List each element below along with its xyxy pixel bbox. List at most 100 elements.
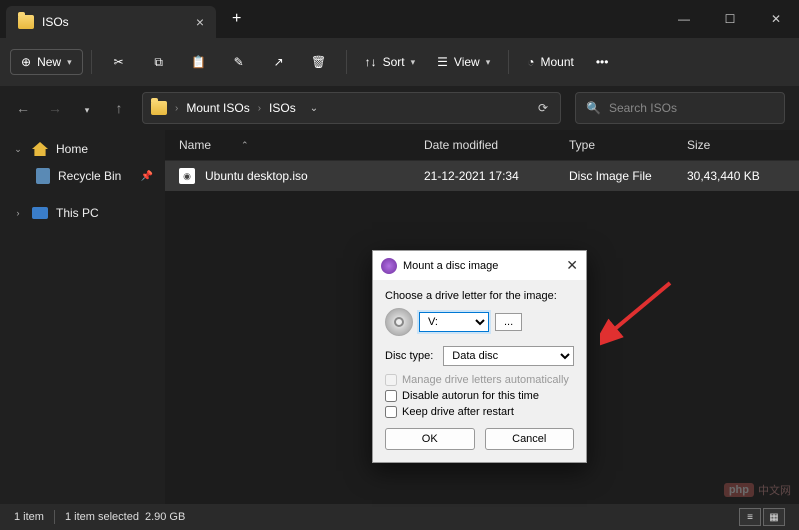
sidebar-item-recycle-bin[interactable]: Recycle Bin 📌 <box>4 162 161 190</box>
share-icon: ↗ <box>270 53 288 71</box>
toolbar-divider <box>346 50 347 74</box>
file-type: Disc Image File <box>569 169 687 183</box>
scissors-icon: ✂ <box>110 53 128 71</box>
maximize-button[interactable]: ☐ <box>707 3 753 35</box>
status-bar: 1 item 1 item selected 2.90 GB ≡ ▦ <box>0 504 799 530</box>
close-tab-icon[interactable]: × <box>196 14 204 30</box>
delete-button[interactable]: 🗑 <box>300 47 338 77</box>
chevron-right-icon: › <box>258 103 261 114</box>
col-size-header[interactable]: Size <box>687 138 785 152</box>
cut-button[interactable]: ✂ <box>100 47 138 77</box>
chevron-down-icon: ⌄ <box>12 144 24 155</box>
rename-icon: ✎ <box>230 53 248 71</box>
chevron-down-icon: ▾ <box>67 57 72 68</box>
watermark: php中文网 <box>724 482 791 498</box>
view-icon: ☰ <box>437 55 448 69</box>
sort-arrow-icon: ⌃ <box>241 140 249 151</box>
mount-label: Mount <box>541 55 574 69</box>
search-icon: 🔍 <box>586 101 601 115</box>
status-divider <box>54 510 55 524</box>
selected-count: 1 item selected <box>65 511 139 523</box>
clipboard-icon: 📋 <box>190 53 208 71</box>
trash-icon: 🗑 <box>310 53 328 71</box>
sort-label: Sort <box>383 55 405 69</box>
auto-manage-checkbox[interactable]: Manage drive letters automatically <box>385 374 574 386</box>
nav-row: ← → ▾ ↑ › Mount ISOs › ISOs ⌄ ⟳ 🔍 <box>0 86 799 130</box>
titlebar: ISOs × + ― ☐ ✕ <box>0 0 799 38</box>
view-label: View <box>454 55 480 69</box>
more-button[interactable]: ••• <box>586 49 619 75</box>
breadcrumb-item[interactable]: Mount ISOs <box>186 101 249 115</box>
forward-button[interactable]: → <box>46 100 64 116</box>
share-button[interactable]: ↗ <box>260 47 298 77</box>
toolbar-divider <box>508 50 509 74</box>
view-button[interactable]: ☰ View ▾ <box>427 49 500 75</box>
file-row[interactable]: ◉ Ubuntu desktop.iso 21-12-2021 17:34 Di… <box>165 161 799 191</box>
dialog-close-button[interactable]: ✕ <box>566 257 578 274</box>
file-size: 30,43,440 KB <box>687 169 785 183</box>
search-input[interactable] <box>609 101 774 115</box>
search-box[interactable]: 🔍 <box>575 92 785 124</box>
disc-type-select[interactable]: Data disc <box>443 346 574 366</box>
details-view-button[interactable]: ≡ <box>739 508 761 526</box>
copy-button[interactable]: ⧉ <box>140 47 178 77</box>
col-type-header[interactable]: Type <box>569 138 687 152</box>
col-name-header[interactable]: Name ⌃ <box>179 138 424 152</box>
mount-icon: ◔ <box>527 55 534 69</box>
file-name: Ubuntu desktop.iso <box>205 169 308 183</box>
minimize-button[interactable]: ― <box>661 3 707 35</box>
col-date-header[interactable]: Date modified <box>424 138 569 152</box>
item-count: 1 item <box>14 511 44 523</box>
ok-button[interactable]: OK <box>385 428 475 450</box>
disable-autorun-checkbox[interactable]: Disable autorun for this time <box>385 390 574 402</box>
chevron-right-icon: › <box>12 208 24 218</box>
close-button[interactable]: ✕ <box>753 3 799 35</box>
chevron-down-icon: ▾ <box>486 57 491 68</box>
back-button[interactable]: ← <box>14 100 32 116</box>
address-dropdown-icon[interactable]: ⌄ <box>304 103 324 114</box>
mount-button[interactable]: ◔ Mount <box>517 49 584 75</box>
sort-button[interactable]: ↑↓ Sort ▾ <box>355 49 426 75</box>
up-button[interactable]: ↑ <box>110 100 128 116</box>
refresh-button[interactable]: ⟳ <box>534 101 552 115</box>
keep-after-restart-checkbox[interactable]: Keep drive after restart <box>385 406 574 418</box>
copy-icon: ⧉ <box>150 53 168 71</box>
pc-icon <box>32 207 48 219</box>
cancel-button[interactable]: Cancel <box>485 428 575 450</box>
ellipsis-icon: ••• <box>596 55 609 69</box>
sidebar-label: Home <box>56 142 88 156</box>
window-tab[interactable]: ISOs × <box>6 6 216 38</box>
disc-type-label: Disc type: <box>385 350 433 362</box>
new-tab-button[interactable]: + <box>224 6 249 32</box>
file-date: 21-12-2021 17:34 <box>424 169 569 183</box>
breadcrumb-item[interactable]: ISOs <box>269 101 296 115</box>
recent-button[interactable]: ▾ <box>78 100 96 116</box>
sidebar-label: Recycle Bin <box>58 169 121 183</box>
paste-button[interactable]: 📋 <box>180 47 218 77</box>
iso-file-icon: ◉ <box>179 168 195 184</box>
sidebar-item-home[interactable]: ⌄ Home <box>4 136 161 162</box>
column-headers: Name ⌃ Date modified Type Size <box>165 130 799 161</box>
dialog-prompt: Choose a drive letter for the image: <box>385 290 574 302</box>
disc-icon <box>385 308 413 336</box>
drive-letter-select[interactable]: V: <box>419 312 489 332</box>
dialog-title: Mount a disc image <box>403 260 498 272</box>
sidebar-item-this-pc[interactable]: › This PC <box>4 200 161 226</box>
address-bar[interactable]: › Mount ISOs › ISOs ⌄ ⟳ <box>142 92 561 124</box>
browse-button[interactable]: ... <box>495 313 522 331</box>
folder-icon <box>18 15 34 29</box>
toolbar: ⊕ New ▾ ✂ ⧉ 📋 ✎ ↗ 🗑 ↑↓ Sort ▾ ☰ View ▾ ◔… <box>0 38 799 86</box>
mount-dialog: Mount a disc image ✕ Choose a drive lett… <box>372 250 587 463</box>
dialog-titlebar: Mount a disc image ✕ <box>373 251 586 280</box>
sidebar-label: This PC <box>56 206 99 220</box>
new-button[interactable]: ⊕ New ▾ <box>10 49 83 75</box>
rename-button[interactable]: ✎ <box>220 47 258 77</box>
icons-view-button[interactable]: ▦ <box>763 508 785 526</box>
selected-size: 2.90 GB <box>145 511 185 523</box>
plus-icon: ⊕ <box>21 55 31 69</box>
chevron-down-icon: ▾ <box>411 57 416 68</box>
toolbar-divider <box>91 50 92 74</box>
new-label: New <box>37 55 61 69</box>
sort-icon: ↑↓ <box>365 55 377 69</box>
tab-title: ISOs <box>42 15 69 29</box>
